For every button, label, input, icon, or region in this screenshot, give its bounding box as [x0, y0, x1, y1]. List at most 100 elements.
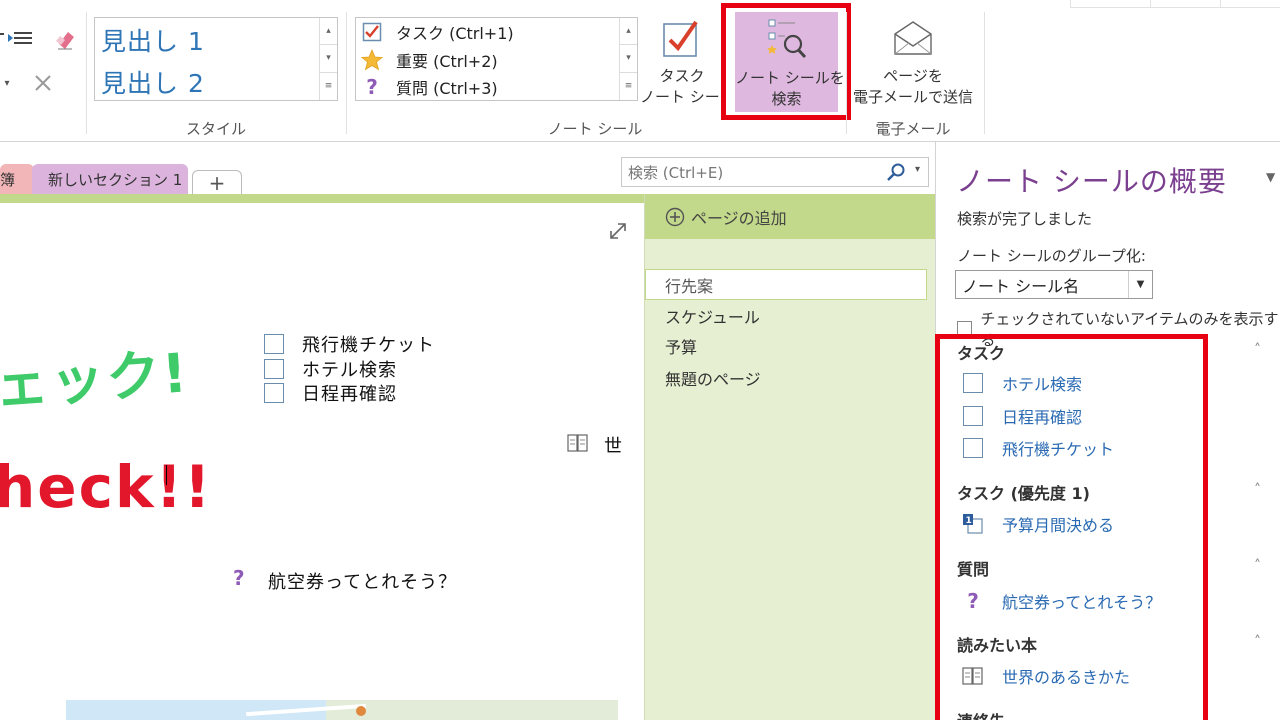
ribbon-top-edge: [1070, 0, 1280, 8]
gallery-up-button[interactable]: ▴: [620, 18, 637, 46]
pane-title: ノート シールの概要: [956, 165, 1227, 198]
gallery-down-button[interactable]: ▾: [320, 45, 337, 73]
clear-formatting-button[interactable]: [52, 26, 78, 52]
delete-button[interactable]: [30, 70, 56, 96]
tag-result-item[interactable]: 日程再確認: [962, 404, 1082, 428]
gallery-more-button[interactable]: ≡: [320, 73, 337, 100]
todo-label: ホテル検索: [302, 360, 397, 381]
tag-item-label: 重要 (Ctrl+2): [396, 52, 498, 71]
style-heading-2[interactable]: 見出し 2: [101, 64, 205, 100]
todo-label: 日程再確認: [302, 384, 397, 405]
tag-result-label: 予算月間決める: [1002, 516, 1115, 535]
map-image: [66, 700, 618, 720]
email-group-label: 電子メール: [875, 120, 951, 138]
book-tag-text: 世: [604, 436, 622, 457]
gallery-up-button[interactable]: ▴: [320, 18, 337, 46]
chevron-up-icon: ˄: [1254, 482, 1261, 498]
tag-result-label: ホテル検索: [1002, 375, 1083, 394]
tags-gallery[interactable]: タスク (Ctrl+1) 重要 (Ctrl+2) ? 質問 (Ctrl+3) ▴…: [355, 17, 638, 101]
checkbox-icon: [963, 406, 983, 426]
section-color-band: [0, 194, 644, 203]
note-canvas[interactable]: ェック! heck!! 飛行機チケット ホテル検索 日程再確認 世 ? 航空券っ…: [0, 203, 644, 720]
group-heading: タスク: [957, 344, 1006, 363]
chevron-up-icon: ˄: [1254, 342, 1261, 358]
ink-handwriting-red: heck!!: [0, 453, 213, 521]
tag-result-item[interactable]: ホテル検索: [962, 371, 1082, 395]
tag-result-item[interactable]: 飛行機チケット: [962, 436, 1114, 460]
search-input[interactable]: 検索 (Ctrl+E) ▾: [621, 157, 929, 187]
tag-result-label: 世界のあるきかた: [1002, 668, 1131, 687]
chevron-down-icon: ▾: [4, 77, 10, 89]
priority-1-task-icon: 1: [962, 513, 984, 535]
checkbox-checked-icon: [663, 20, 698, 57]
expand-icon[interactable]: [606, 219, 630, 243]
caret-down-icon: ▼: [1266, 170, 1276, 184]
collapse-group-button[interactable]: ˄: [1254, 482, 1261, 498]
todo-checkbox[interactable]: [264, 334, 284, 354]
eraser-icon: [56, 32, 74, 50]
collapse-group-button[interactable]: ˄: [1254, 342, 1261, 358]
style-heading-1[interactable]: 見出し 1: [101, 22, 205, 58]
add-page-label: ページの追加: [691, 208, 787, 228]
todo-item: ホテル検索: [264, 356, 397, 382]
gallery-down-button[interactable]: ▾: [620, 45, 637, 73]
group-heading: タスク (優先度 1): [957, 484, 1090, 503]
tag-item-todo[interactable]: タスク (Ctrl+1): [360, 19, 514, 45]
group-heading: 読みたい本: [957, 636, 1038, 655]
section-tab-label: 簿: [0, 171, 16, 189]
page-item[interactable]: 無題のページ: [665, 366, 761, 390]
find-tags-highlight-frame: ノート シールを 検索: [721, 3, 851, 120]
pane-options-button[interactable]: ▼: [1266, 170, 1275, 184]
email-page-button[interactable]: ページを 電子メールで送信: [852, 10, 974, 114]
find-tags-icon: [766, 19, 806, 59]
question-icon: ?: [366, 75, 378, 99]
todo-tag-label-2: ノート シール: [640, 88, 724, 106]
page-item[interactable]: 行先案: [645, 269, 927, 300]
checkbox-icon: [963, 373, 983, 393]
chevron-up-icon: ▴: [626, 26, 631, 37]
section-tab-1[interactable]: 新しいセクション 1: [32, 164, 188, 195]
styles-gallery[interactable]: 見出し 1 見出し 2 ▴ ▾ ≡: [94, 17, 338, 101]
page-item[interactable]: 予算: [665, 334, 697, 358]
tag-item-question[interactable]: ? 質問 (Ctrl+3): [360, 74, 497, 100]
more-icon: ≡: [624, 81, 633, 92]
section-tab-partial[interactable]: 簿: [0, 164, 34, 195]
collapse-group-button[interactable]: ˄: [1254, 634, 1261, 650]
add-section-button[interactable]: +: [192, 170, 242, 195]
gallery-more-button[interactable]: ≡: [620, 73, 637, 100]
todo-item: 日程再確認: [264, 380, 397, 406]
tag-result-label: 日程再確認: [1002, 408, 1083, 427]
todo-tag-label: タスク: [659, 67, 705, 85]
tag-result-item[interactable]: ? 航空券ってとれそう？: [962, 589, 1161, 613]
group-by-label: ノート シールのグループ化:: [957, 247, 1146, 265]
add-page-button[interactable]: ページの追加: [645, 194, 936, 239]
todo-item: 飛行機チケット: [264, 331, 435, 357]
increase-indent-button[interactable]: [0, 28, 36, 50]
chevron-down-icon: ▾: [326, 53, 331, 64]
search-status: 検索が完了しました: [957, 210, 1093, 228]
page-item[interactable]: スケジュール: [665, 304, 760, 328]
todo-checkbox[interactable]: [264, 383, 284, 403]
list-dropdown-button[interactable]: ▾: [0, 72, 14, 94]
svg-text:1: 1: [966, 516, 972, 526]
group-by-select[interactable]: ノート シール名 ▼: [955, 270, 1153, 299]
more-icon: ≡: [324, 81, 333, 92]
tag-item-important[interactable]: 重要 (Ctrl+2): [360, 47, 498, 73]
ink-handwriting-green: ェック!: [0, 341, 191, 418]
question-icon: ?: [233, 566, 245, 590]
book-icon: [962, 665, 984, 687]
ribbon-separator: [984, 12, 985, 134]
chevron-down-icon[interactable]: ▾: [915, 164, 920, 175]
collapse-group-button[interactable]: ˄: [1254, 558, 1261, 574]
tag-result-item[interactable]: 1 予算月間決める: [962, 512, 1114, 536]
find-tags-button[interactable]: ノート シールを 検索: [735, 12, 845, 112]
tag-result-item[interactable]: 世界のあるきかた: [962, 664, 1130, 688]
tag-result-label: 航空券ってとれそう？: [1002, 593, 1162, 612]
checkbox-icon: [963, 438, 983, 458]
todo-checkbox[interactable]: [264, 359, 284, 379]
indent-icon: [0, 32, 32, 44]
checkbox-checked-icon: [360, 21, 384, 43]
close-icon: [35, 75, 51, 91]
todo-tag-button[interactable]: タスク ノート シール: [640, 10, 724, 114]
ribbon-separator: [846, 12, 847, 134]
